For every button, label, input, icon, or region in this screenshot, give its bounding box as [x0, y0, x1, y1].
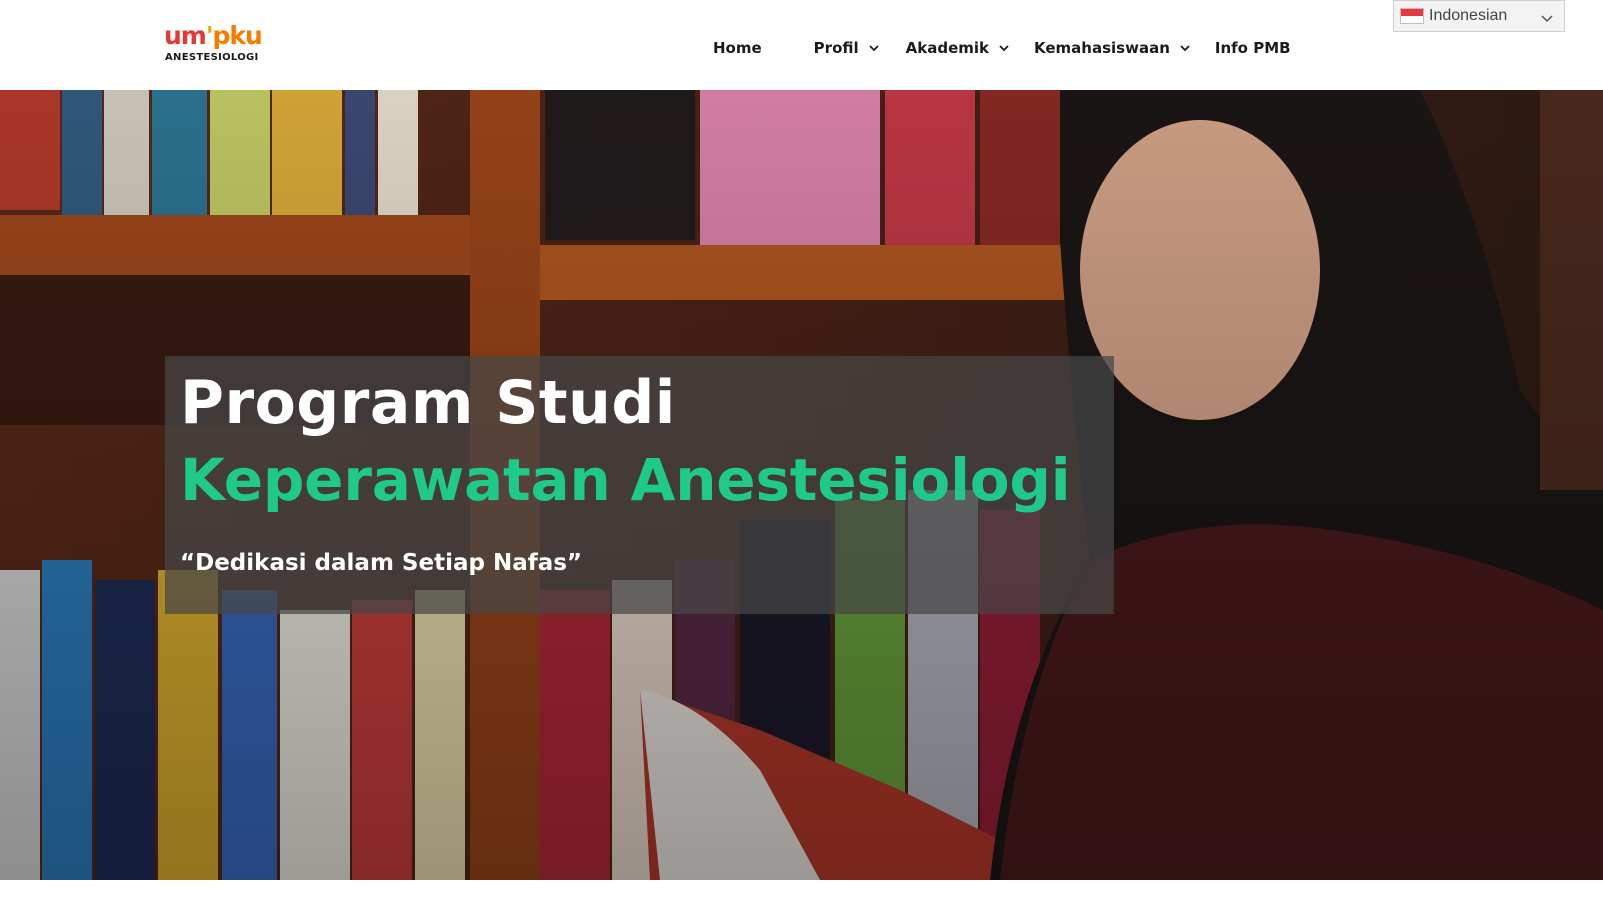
- language-select[interactable]: Indonesian: [1393, 0, 1565, 32]
- chevron-down-icon: [999, 45, 1009, 52]
- nav-label: Akademik: [905, 39, 990, 57]
- logo-wordmark: um'pku: [164, 21, 263, 50]
- chevron-down-icon: [869, 45, 879, 52]
- hero-banner: Program Studi Keperawatan Anestesiologi …: [0, 90, 1603, 880]
- logo-part-um: um: [164, 21, 207, 50]
- nav-label: Kemahasiswaan: [1034, 39, 1170, 57]
- page-bottom-strip: [0, 880, 1603, 902]
- nav-item-akademik[interactable]: Akademik: [906, 39, 1010, 57]
- logo-subtitle: ANESTESIOLOGI: [165, 52, 259, 63]
- hero-tagline: “Dedikasi dalam Setiap Nafas”: [180, 550, 583, 576]
- language-label: Indonesian: [1429, 7, 1508, 24]
- chevron-down-icon: [1180, 45, 1190, 52]
- nav-label: Profil: [813, 39, 859, 57]
- site-logo[interactable]: um'pku ANESTESIOLOGI: [164, 22, 264, 66]
- hero-title-line2: Keperawatan Anestesiologi: [180, 446, 1071, 514]
- chevron-down-icon: [1541, 15, 1553, 23]
- nav-item-kemahasiswaan[interactable]: Kemahasiswaan: [1034, 39, 1191, 57]
- logo-part-mark: ': [205, 21, 214, 50]
- nav-item-profil[interactable]: Profil: [814, 39, 880, 57]
- nav-label: Home: [713, 39, 762, 57]
- site-header: um'pku ANESTESIOLOGI Home Profil Akademi…: [0, 0, 1603, 90]
- main-nav: Home Profil Akademik Kemahasiswaan Info …: [713, 35, 1291, 61]
- nav-label: Info PMB: [1214, 39, 1291, 57]
- hero-title-line1: Program Studi: [180, 368, 676, 438]
- nav-item-home[interactable]: Home: [713, 39, 762, 57]
- indonesia-flag-icon: [1400, 8, 1424, 24]
- nav-item-info-pmb[interactable]: Info PMB: [1215, 39, 1291, 57]
- logo-part-pku: pku: [212, 21, 263, 50]
